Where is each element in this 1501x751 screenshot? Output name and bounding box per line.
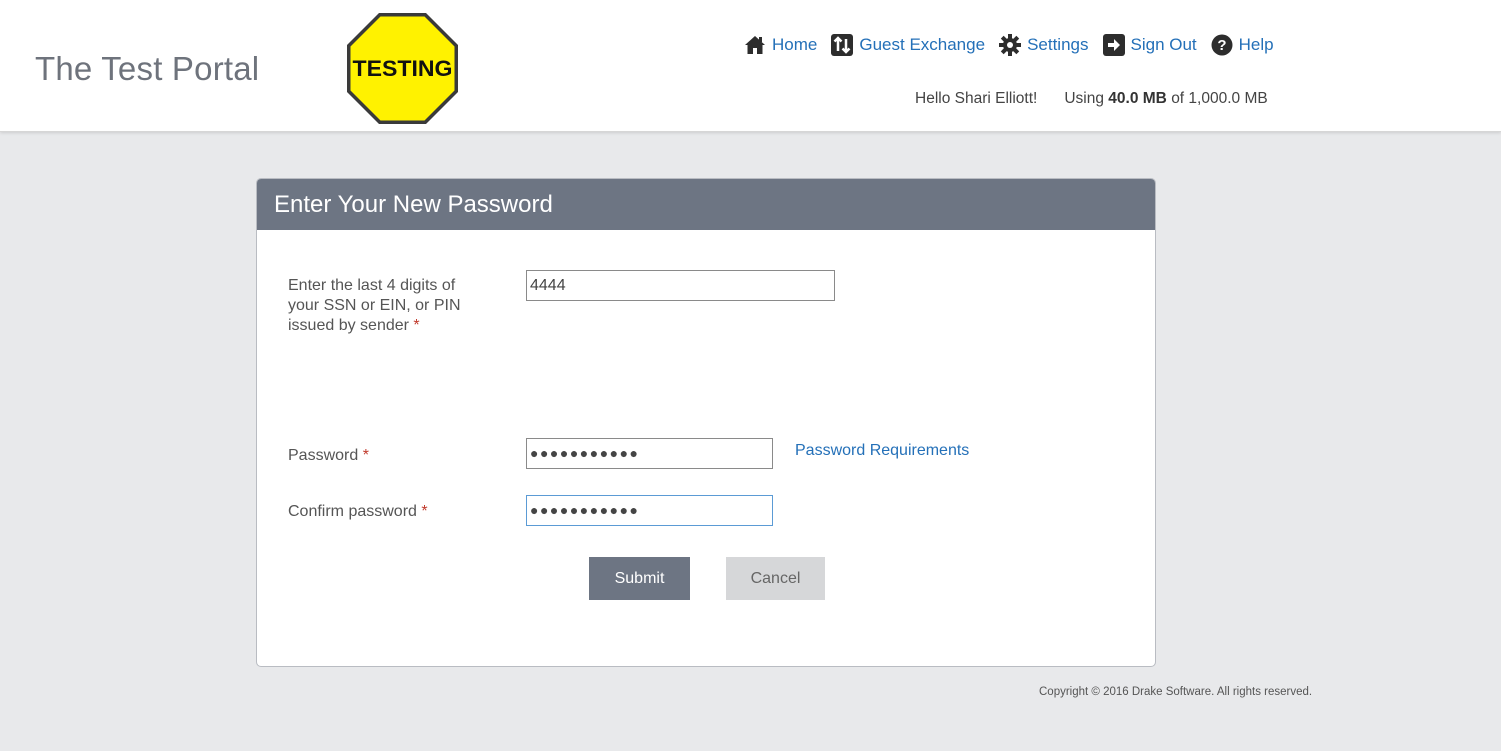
ssn-label-line2: your SSN or EIN, or PIN: [288, 297, 461, 314]
confirm-password-input[interactable]: ●●●●●●●●●●●: [526, 495, 773, 526]
ssn-input-value: 4444: [530, 277, 566, 294]
portal-title: The Test Portal: [35, 50, 260, 87]
sign-out-icon: [1102, 34, 1125, 56]
cancel-button[interactable]: Cancel: [726, 557, 825, 600]
password-label: Password *: [288, 446, 369, 466]
nav-help[interactable]: ? Help: [1211, 34, 1274, 56]
required-marker: *: [362, 447, 369, 464]
panel-title: Enter Your New Password: [257, 179, 1155, 230]
usage-suffix: of 1,000.0 MB: [1171, 90, 1268, 107]
page-header: The Test Portal TESTING Home Guest Excha…: [0, 0, 1501, 132]
submit-button[interactable]: Submit: [589, 557, 690, 600]
nav-home[interactable]: Home: [744, 35, 817, 55]
logo-text: TESTING: [353, 56, 453, 81]
usage-used: 40.0 MB: [1108, 90, 1167, 107]
password-input[interactable]: ●●●●●●●●●●●: [526, 438, 773, 469]
password-masked-value: ●●●●●●●●●●●: [530, 445, 640, 461]
testing-logo: TESTING: [347, 13, 458, 124]
nav-guest-exchange[interactable]: Guest Exchange: [831, 34, 985, 56]
top-nav: Home Guest Exchange Settings Sign Out ? …: [744, 32, 1288, 58]
user-status: Hello Shari Elliott! Using 40.0 MB of 1,0…: [915, 90, 1268, 108]
svg-text:?: ?: [1217, 37, 1226, 54]
ssn-input[interactable]: 4444: [526, 270, 835, 301]
nav-sign-out[interactable]: Sign Out: [1102, 34, 1197, 56]
confirm-password-label-text: Confirm password: [288, 503, 417, 520]
password-label-text: Password: [288, 447, 359, 464]
confirm-password-label: Confirm password *: [288, 502, 428, 522]
copyright: Copyright © 2016 Drake Software. All rig…: [1039, 686, 1313, 698]
required-marker: *: [421, 503, 428, 520]
new-password-panel: Enter Your New Password Enter the last 4…: [256, 178, 1156, 667]
help-icon: ?: [1211, 34, 1233, 56]
nav-guest-exchange-label: Guest Exchange: [859, 35, 986, 54]
greeting: Hello Shari Elliott!: [915, 90, 1038, 107]
nav-settings-label: Settings: [1027, 35, 1089, 54]
nav-help-label: Help: [1238, 35, 1274, 54]
ssn-label-line1: Enter the last 4 digits of: [288, 277, 456, 294]
usage-prefix: Using: [1064, 90, 1104, 107]
gear-icon: [999, 34, 1022, 56]
confirm-password-masked-value: ●●●●●●●●●●●: [530, 502, 640, 518]
exchange-icon: [831, 34, 854, 56]
ssn-label-line3: issued by sender: [288, 317, 409, 334]
home-icon: [745, 36, 765, 54]
nav-sign-out-label: Sign Out: [1130, 35, 1197, 54]
required-marker: *: [413, 317, 420, 334]
password-requirements-link[interactable]: Password Requirements: [795, 442, 969, 460]
nav-settings[interactable]: Settings: [999, 34, 1089, 56]
ssn-label: Enter the last 4 digits of your SSN or E…: [288, 276, 461, 336]
nav-home-label: Home: [772, 35, 818, 54]
